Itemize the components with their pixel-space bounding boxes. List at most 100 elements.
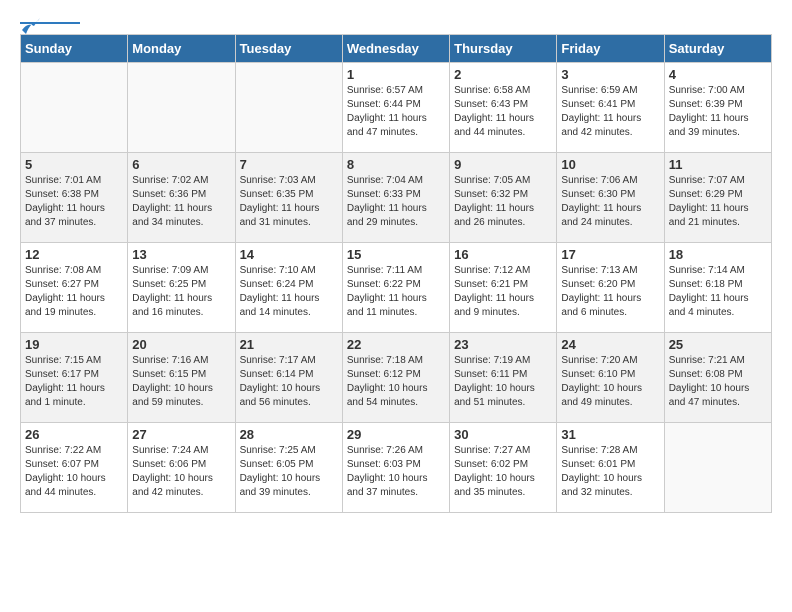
day-info: Sunrise: 7:14 AM Sunset: 6:18 PM Dayligh… xyxy=(669,264,767,320)
calendar-day-cell: 10 Sunrise: 7:06 AM Sunset: 6:30 PM Dayli… xyxy=(557,153,664,243)
calendar-day-cell: 20 Sunrise: 7:16 AM Sunset: 6:15 PM Dayli… xyxy=(128,333,235,423)
day-number: 14 xyxy=(240,247,338,262)
calendar-day-cell xyxy=(235,63,342,153)
day-info: Sunrise: 7:08 AM Sunset: 6:27 PM Dayligh… xyxy=(25,264,123,320)
calendar-day-cell: 13 Sunrise: 7:09 AM Sunset: 6:25 PM Dayli… xyxy=(128,243,235,333)
calendar-day-cell: 21Sunrise: 7:17 AM Sunset: 6:14 PM Dayli… xyxy=(235,333,342,423)
day-number: 26 xyxy=(25,427,123,442)
calendar-day-cell: 3 Sunrise: 6:59 AM Sunset: 6:41 PM Daylig… xyxy=(557,63,664,153)
day-number: 8 xyxy=(347,157,445,172)
day-number: 27 xyxy=(132,427,230,442)
day-number: 6 xyxy=(132,157,230,172)
day-number: 2 xyxy=(454,67,552,82)
day-info: Sunrise: 7:19 AM Sunset: 6:11 PM Dayligh… xyxy=(454,354,552,410)
calendar-day-cell: 25Sunrise: 7:21 AM Sunset: 6:08 PM Dayli… xyxy=(664,333,771,423)
day-number: 10 xyxy=(561,157,659,172)
calendar-day-cell xyxy=(664,423,771,513)
calendar-table: SundayMondayTuesdayWednesdayThursdayFrid… xyxy=(20,34,772,513)
calendar-day-cell: 27 Sunrise: 7:24 AM Sunset: 6:06 PM Dayli… xyxy=(128,423,235,513)
calendar-day-cell: 7 Sunrise: 7:03 AM Sunset: 6:35 PM Daylig… xyxy=(235,153,342,243)
day-info: Sunrise: 7:17 AM Sunset: 6:14 PM Dayligh… xyxy=(240,354,338,410)
calendar-week-row: 5Sunrise: 7:01 AM Sunset: 6:38 PM Daylig… xyxy=(21,153,772,243)
calendar-week-row: 26 Sunrise: 7:22 AM Sunset: 6:07 PM Dayli… xyxy=(21,423,772,513)
day-info: Sunrise: 7:06 AM Sunset: 6:30 PM Dayligh… xyxy=(561,174,659,230)
day-info: Sunrise: 7:24 AM Sunset: 6:06 PM Dayligh… xyxy=(132,444,230,500)
calendar-day-cell: 26 Sunrise: 7:22 AM Sunset: 6:07 PM Dayli… xyxy=(21,423,128,513)
day-number: 18 xyxy=(669,247,767,262)
day-info: Sunrise: 7:07 AM Sunset: 6:29 PM Dayligh… xyxy=(669,174,767,230)
day-number: 20 xyxy=(132,337,230,352)
day-info: Sunrise: 7:28 AM Sunset: 6:01 PM Dayligh… xyxy=(561,444,659,500)
calendar-day-cell: 24 Sunrise: 7:20 AM Sunset: 6:10 PM Dayli… xyxy=(557,333,664,423)
day-number: 1 xyxy=(347,67,445,82)
day-info: Sunrise: 7:18 AM Sunset: 6:12 PM Dayligh… xyxy=(347,354,445,410)
calendar-header-monday: Monday xyxy=(128,35,235,63)
day-number: 25 xyxy=(669,337,767,352)
calendar-day-cell: 28 Sunrise: 7:25 AM Sunset: 6:05 PM Dayli… xyxy=(235,423,342,513)
calendar-week-row: 12Sunrise: 7:08 AM Sunset: 6:27 PM Dayli… xyxy=(21,243,772,333)
day-number: 29 xyxy=(347,427,445,442)
day-info: Sunrise: 7:25 AM Sunset: 6:05 PM Dayligh… xyxy=(240,444,338,500)
day-info: Sunrise: 7:22 AM Sunset: 6:07 PM Dayligh… xyxy=(25,444,123,500)
day-number: 13 xyxy=(132,247,230,262)
day-number: 15 xyxy=(347,247,445,262)
calendar-day-cell: 18 Sunrise: 7:14 AM Sunset: 6:18 PM Dayli… xyxy=(664,243,771,333)
day-info: Sunrise: 7:01 AM Sunset: 6:38 PM Dayligh… xyxy=(25,174,123,230)
day-number: 11 xyxy=(669,157,767,172)
day-info: Sunrise: 7:13 AM Sunset: 6:20 PM Dayligh… xyxy=(561,264,659,320)
calendar-header-friday: Friday xyxy=(557,35,664,63)
day-info: Sunrise: 6:57 AM Sunset: 6:44 PM Dayligh… xyxy=(347,84,445,140)
calendar-header-saturday: Saturday xyxy=(664,35,771,63)
calendar-day-cell: 29 Sunrise: 7:26 AM Sunset: 6:03 PM Dayli… xyxy=(342,423,449,513)
day-info: Sunrise: 7:10 AM Sunset: 6:24 PM Dayligh… xyxy=(240,264,338,320)
day-info: Sunrise: 7:00 AM Sunset: 6:39 PM Dayligh… xyxy=(669,84,767,140)
day-number: 30 xyxy=(454,427,552,442)
calendar-day-cell: 23 Sunrise: 7:19 AM Sunset: 6:11 PM Dayli… xyxy=(450,333,557,423)
day-number: 22 xyxy=(347,337,445,352)
calendar-day-cell: 5Sunrise: 7:01 AM Sunset: 6:38 PM Daylig… xyxy=(21,153,128,243)
logo-bird-icon xyxy=(20,16,42,38)
calendar-week-row: 19 Sunrise: 7:15 AM Sunset: 6:17 PM Dayli… xyxy=(21,333,772,423)
calendar-day-cell: 17 Sunrise: 7:13 AM Sunset: 6:20 PM Dayli… xyxy=(557,243,664,333)
day-info: Sunrise: 7:20 AM Sunset: 6:10 PM Dayligh… xyxy=(561,354,659,410)
calendar-header-row: SundayMondayTuesdayWednesdayThursdayFrid… xyxy=(21,35,772,63)
page-header xyxy=(20,20,772,24)
day-number: 28 xyxy=(240,427,338,442)
calendar-day-cell: 16 Sunrise: 7:12 AM Sunset: 6:21 PM Dayli… xyxy=(450,243,557,333)
calendar-day-cell xyxy=(21,63,128,153)
day-info: Sunrise: 7:26 AM Sunset: 6:03 PM Dayligh… xyxy=(347,444,445,500)
calendar-day-cell: 1 Sunrise: 6:57 AM Sunset: 6:44 PM Daylig… xyxy=(342,63,449,153)
day-number: 17 xyxy=(561,247,659,262)
day-info: Sunrise: 7:16 AM Sunset: 6:15 PM Dayligh… xyxy=(132,354,230,410)
day-info: Sunrise: 6:58 AM Sunset: 6:43 PM Dayligh… xyxy=(454,84,552,140)
calendar-header-sunday: Sunday xyxy=(21,35,128,63)
day-info: Sunrise: 7:15 AM Sunset: 6:17 PM Dayligh… xyxy=(25,354,123,410)
day-info: Sunrise: 7:05 AM Sunset: 6:32 PM Dayligh… xyxy=(454,174,552,230)
calendar-day-cell xyxy=(128,63,235,153)
day-info: Sunrise: 7:27 AM Sunset: 6:02 PM Dayligh… xyxy=(454,444,552,500)
calendar-day-cell: 19 Sunrise: 7:15 AM Sunset: 6:17 PM Dayli… xyxy=(21,333,128,423)
calendar-day-cell: 22 Sunrise: 7:18 AM Sunset: 6:12 PM Dayli… xyxy=(342,333,449,423)
day-info: Sunrise: 6:59 AM Sunset: 6:41 PM Dayligh… xyxy=(561,84,659,140)
calendar-day-cell: 6 Sunrise: 7:02 AM Sunset: 6:36 PM Daylig… xyxy=(128,153,235,243)
day-info: Sunrise: 7:02 AM Sunset: 6:36 PM Dayligh… xyxy=(132,174,230,230)
day-number: 3 xyxy=(561,67,659,82)
day-number: 16 xyxy=(454,247,552,262)
logo xyxy=(20,20,80,24)
calendar-header-tuesday: Tuesday xyxy=(235,35,342,63)
day-number: 31 xyxy=(561,427,659,442)
day-info: Sunrise: 7:03 AM Sunset: 6:35 PM Dayligh… xyxy=(240,174,338,230)
day-number: 19 xyxy=(25,337,123,352)
calendar-week-row: 1 Sunrise: 6:57 AM Sunset: 6:44 PM Daylig… xyxy=(21,63,772,153)
day-number: 24 xyxy=(561,337,659,352)
calendar-day-cell: 12Sunrise: 7:08 AM Sunset: 6:27 PM Dayli… xyxy=(21,243,128,333)
calendar-day-cell: 9 Sunrise: 7:05 AM Sunset: 6:32 PM Daylig… xyxy=(450,153,557,243)
day-number: 23 xyxy=(454,337,552,352)
day-info: Sunrise: 7:12 AM Sunset: 6:21 PM Dayligh… xyxy=(454,264,552,320)
day-number: 9 xyxy=(454,157,552,172)
calendar-day-cell: 14 Sunrise: 7:10 AM Sunset: 6:24 PM Dayli… xyxy=(235,243,342,333)
calendar-day-cell: 4Sunrise: 7:00 AM Sunset: 6:39 PM Daylig… xyxy=(664,63,771,153)
day-number: 7 xyxy=(240,157,338,172)
day-info: Sunrise: 7:09 AM Sunset: 6:25 PM Dayligh… xyxy=(132,264,230,320)
calendar-day-cell: 31 Sunrise: 7:28 AM Sunset: 6:01 PM Dayli… xyxy=(557,423,664,513)
